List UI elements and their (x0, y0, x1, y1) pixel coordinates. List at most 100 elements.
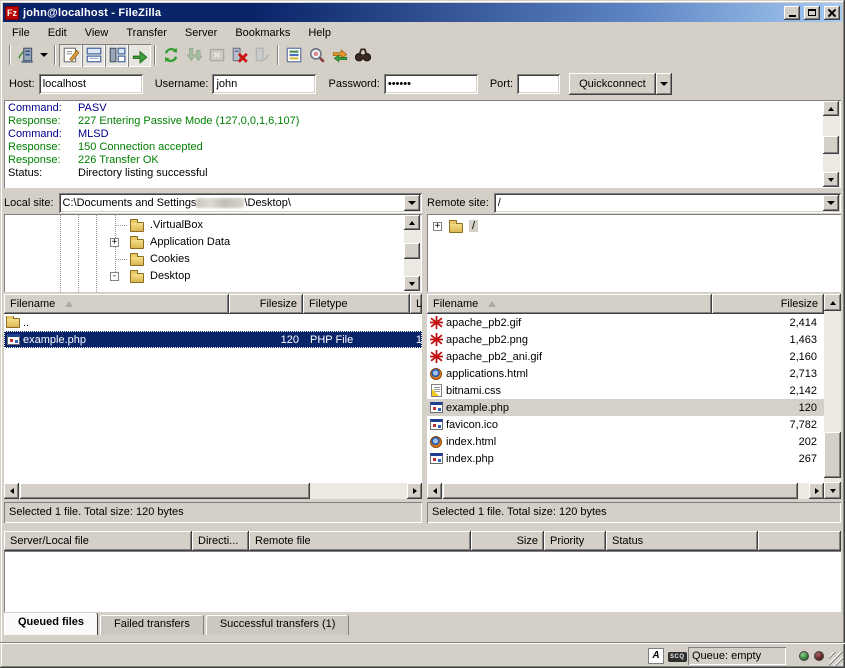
tree-expander-plus-icon[interactable]: + (433, 222, 442, 231)
scroll-left-icon[interactable] (4, 483, 19, 499)
local-tree-scrollbar[interactable] (404, 215, 421, 291)
menu-view[interactable]: View (76, 25, 118, 41)
file-row[interactable]: applications.html2,713 (427, 365, 824, 382)
file-row[interactable]: favicon.ico7,782 (427, 416, 824, 433)
scroll-down-icon[interactable] (823, 172, 839, 187)
column-header-server-local-file[interactable]: Server/Local file (4, 531, 192, 551)
column-header-priority[interactable]: Priority (544, 531, 606, 551)
remote-list-hscrollbar[interactable] (427, 483, 824, 499)
tree-expander-minus-icon[interactable]: - (110, 272, 119, 281)
scroll-thumb[interactable] (823, 136, 839, 154)
scroll-right-icon[interactable] (407, 483, 422, 499)
site-manager-icon[interactable] (14, 44, 37, 67)
menu-help[interactable]: Help (299, 25, 340, 41)
column-header-lastmodified[interactable]: L (410, 294, 422, 314)
remote-site-combo[interactable]: / (494, 193, 841, 213)
password-input[interactable] (384, 74, 478, 94)
toggle-remote-tree-icon[interactable] (105, 44, 128, 67)
file-row[interactable]: index.php267 (427, 450, 824, 467)
tree-item[interactable]: .VirtualBox (4, 217, 422, 234)
quickconnect-button[interactable]: Quickconnect (569, 73, 656, 95)
tree-expander-plus-icon[interactable]: + (110, 238, 119, 247)
directory-comparison-icon[interactable] (305, 44, 328, 67)
scroll-up-icon[interactable] (404, 215, 420, 230)
file-row[interactable]: .. (4, 314, 422, 331)
filezilla-app-icon: Fz (5, 6, 19, 20)
menu-edit[interactable]: Edit (39, 25, 76, 41)
directory-filter-icon[interactable] (282, 44, 305, 67)
synchronized-browsing-icon[interactable] (328, 44, 351, 67)
file-row[interactable]: index.html202 (427, 433, 824, 450)
refresh-icon[interactable] (159, 44, 182, 67)
disconnect-icon[interactable] (228, 44, 251, 67)
toggle-local-tree-icon[interactable] (82, 44, 105, 67)
speedlimit-icon[interactable]: SCQ (668, 652, 687, 662)
scroll-thumb[interactable] (404, 243, 420, 259)
process-queue-icon[interactable] (182, 44, 205, 67)
scroll-up-icon[interactable] (824, 294, 841, 311)
minimize-icon[interactable] (784, 6, 800, 20)
local-list-hscrollbar[interactable] (4, 483, 422, 499)
tree-item[interactable]: Cookies (4, 251, 422, 268)
log-scrollbar[interactable] (823, 101, 840, 187)
file-row[interactable]: apache_pb2.gif2,414 (427, 314, 824, 331)
menu-bookmarks[interactable]: Bookmarks (226, 25, 299, 41)
toggle-transfer-queue-icon[interactable] (128, 44, 151, 67)
quickconnect-dropdown-icon[interactable] (656, 73, 672, 95)
column-header-remote-file[interactable]: Remote file (249, 531, 471, 551)
tab-queued-files[interactable]: Queued files (4, 613, 98, 635)
maximize-icon[interactable] (804, 6, 820, 20)
tree-item[interactable]: - Desktop (4, 268, 422, 285)
log-line: Response:150 Connection accepted (6, 141, 822, 154)
file-row[interactable]: apache_pb2.png1,463 (427, 331, 824, 348)
column-header-filename[interactable]: Filename (4, 294, 229, 314)
column-header-status[interactable]: Status (606, 531, 758, 551)
find-files-icon[interactable] (351, 44, 374, 67)
quickconnect-bar: Host: Username: Password: Port: Quickcon… (3, 68, 842, 99)
menu-file[interactable]: File (3, 25, 39, 41)
username-input[interactable] (212, 74, 316, 94)
scroll-thumb[interactable] (20, 483, 310, 499)
scroll-right-icon[interactable] (809, 483, 824, 499)
queue-body[interactable] (4, 551, 841, 612)
title-bar[interactable]: Fz john@localhost - FileZilla (3, 3, 842, 22)
local-site-combo[interactable]: C:\Documents and Settings\Desktop\ (59, 193, 422, 213)
column-header-direction[interactable]: Directi... (192, 531, 249, 551)
combo-dropdown-icon[interactable] (823, 195, 839, 211)
tree-item[interactable]: + / (427, 218, 841, 235)
site-manager-dropdown-icon[interactable] (37, 44, 51, 67)
scroll-thumb[interactable] (824, 432, 841, 478)
activity-led-green-icon (799, 651, 809, 661)
message-log: Command:PASV Response:227 Entering Passi… (4, 100, 841, 188)
datatype-ascii-icon[interactable]: A (648, 648, 664, 664)
column-header-size[interactable]: Size (471, 531, 544, 551)
local-site-label: Local site: (4, 197, 54, 209)
close-icon[interactable] (824, 6, 840, 20)
resize-grip[interactable] (829, 652, 843, 666)
tab-failed-transfers[interactable]: Failed transfers (100, 615, 204, 635)
column-header-filesize[interactable]: Filesize (229, 294, 303, 314)
toggle-message-log-icon[interactable] (59, 44, 82, 67)
scroll-down-icon[interactable] (404, 276, 420, 291)
remote-list-scrollbar[interactable] (824, 294, 841, 499)
host-input[interactable] (39, 74, 143, 94)
menu-transfer[interactable]: Transfer (117, 25, 176, 41)
reconnect-icon[interactable] (251, 44, 274, 67)
column-header-filetype[interactable]: Filetype (303, 294, 410, 314)
scroll-left-icon[interactable] (427, 483, 442, 499)
scroll-down-icon[interactable] (824, 482, 841, 499)
scroll-up-icon[interactable] (823, 101, 839, 116)
cancel-operation-icon[interactable] (205, 44, 228, 67)
menu-server[interactable]: Server (176, 25, 226, 41)
combo-dropdown-icon[interactable] (404, 195, 420, 211)
column-header-filename[interactable]: Filename (427, 294, 712, 314)
file-row[interactable]: apache_pb2_ani.gif2,160 (427, 348, 824, 365)
tab-successful-transfers[interactable]: Successful transfers (1) (206, 615, 350, 635)
scroll-thumb[interactable] (443, 483, 798, 499)
file-row-selected[interactable]: example.php 120 PHP File 1 (4, 331, 422, 348)
column-header-filesize[interactable]: Filesize (712, 294, 824, 314)
file-row-selected[interactable]: example.php120 (427, 399, 824, 416)
port-input[interactable] (517, 74, 560, 94)
tree-item[interactable]: + Application Data (4, 234, 422, 251)
file-row[interactable]: bitnami.css2,142 (427, 382, 824, 399)
